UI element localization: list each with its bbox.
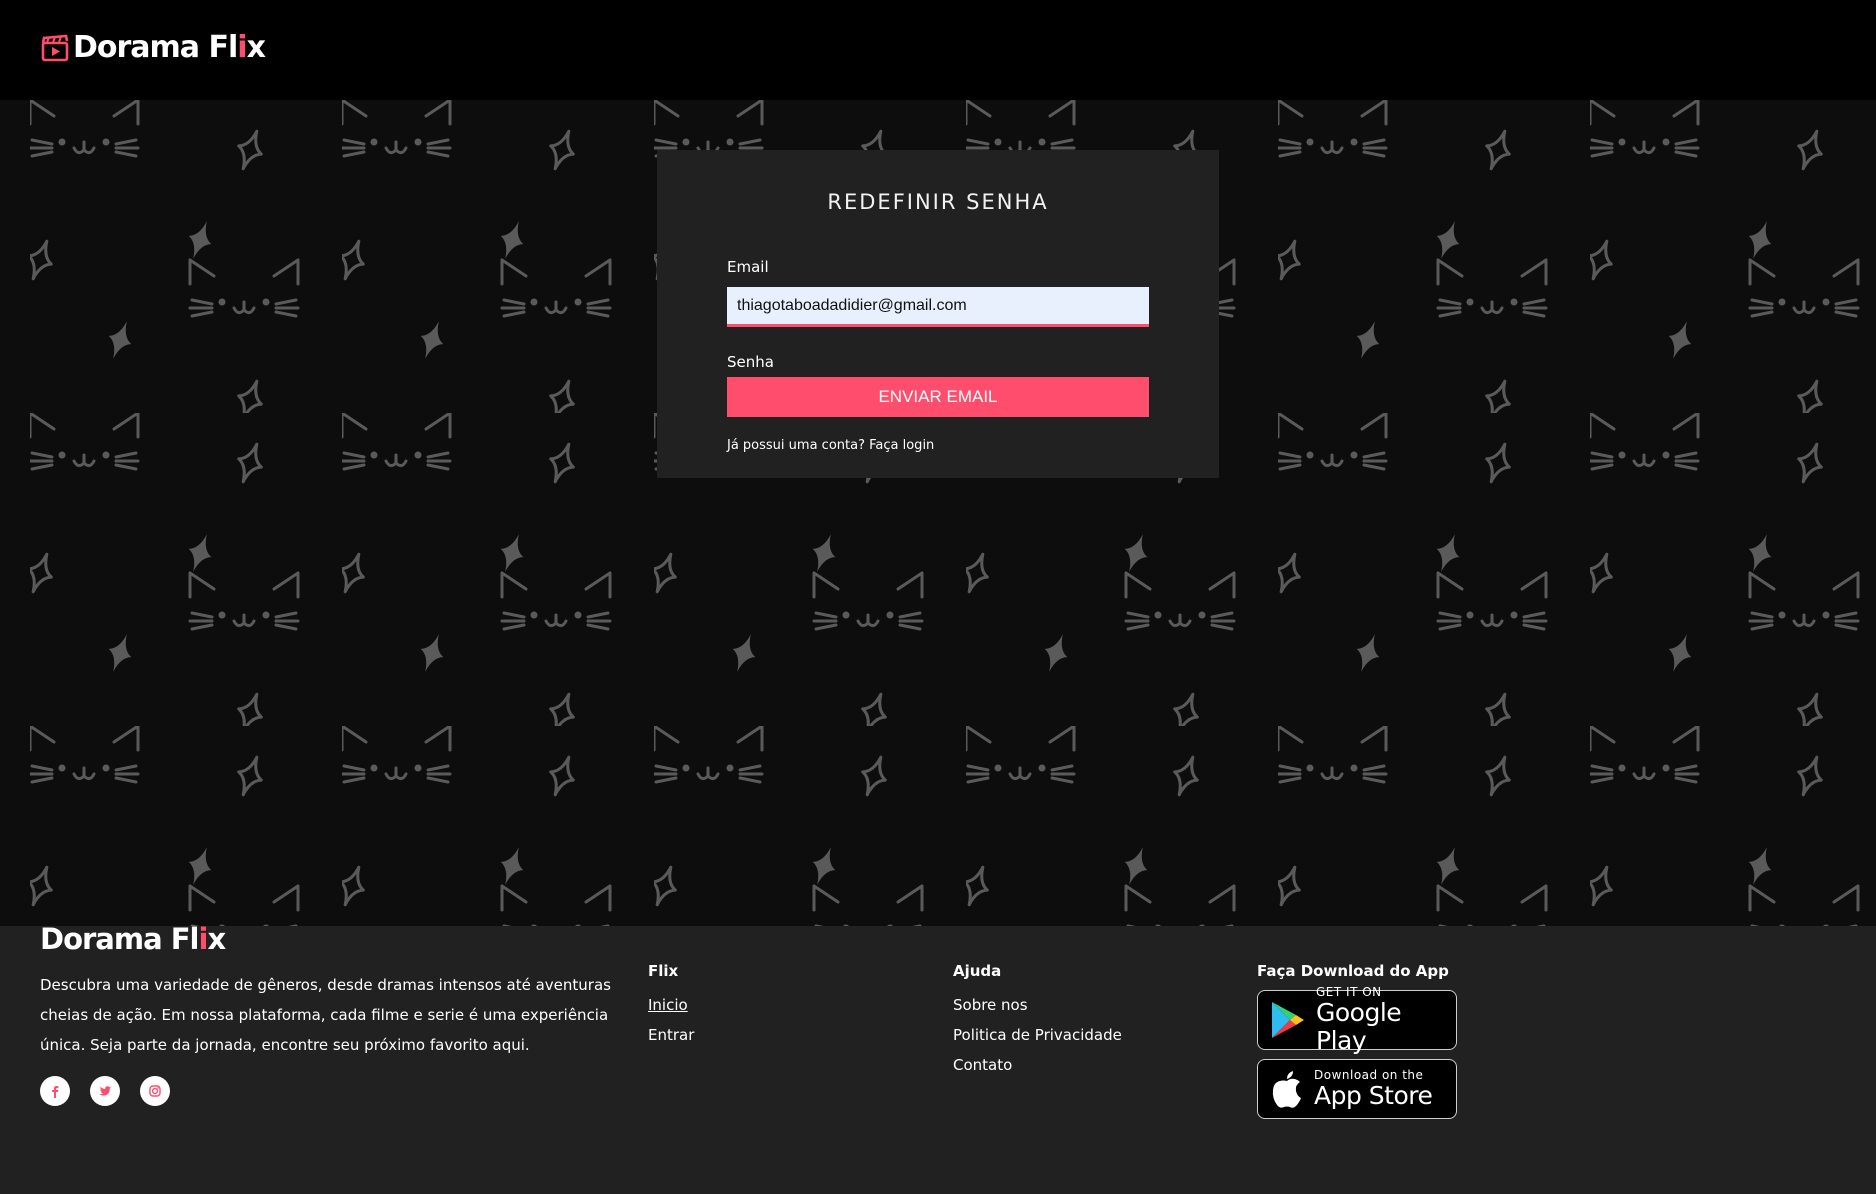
- twitter-icon: [99, 1086, 111, 1096]
- footer-column-ajuda: Ajuda Sobre nos Politica de Privacidade …: [953, 962, 1122, 1080]
- instagram-icon: [149, 1085, 161, 1097]
- email-label: Email: [727, 258, 769, 276]
- cat-pattern-background: REDEFINIR SENHA Email Senha ENVIAR EMAIL…: [0, 100, 1876, 926]
- facebook-icon: [52, 1086, 59, 1098]
- app-store-small-text: Download on the: [1314, 1068, 1424, 1082]
- brand-name-accent: i: [237, 30, 247, 65]
- password-label: Senha: [727, 353, 774, 371]
- social-links: [40, 1076, 170, 1106]
- google-play-icon: [1272, 1002, 1304, 1038]
- brand-logo[interactable]: Dorama Flix: [40, 30, 266, 65]
- instagram-link[interactable]: [140, 1076, 170, 1106]
- app-store-button[interactable]: Download on the App Store: [1257, 1059, 1457, 1119]
- apple-icon: [1272, 1071, 1301, 1108]
- app-store-big-text: App Store: [1314, 1081, 1433, 1110]
- link-politica-privacidade[interactable]: Politica de Privacidade: [953, 1020, 1122, 1050]
- login-prompt-text: Já possui uma conta?: [727, 438, 865, 453]
- app-column-title: Faça Download do App: [1257, 962, 1449, 980]
- flix-column-title: Flix: [648, 962, 679, 980]
- footer-brand-end: x: [207, 922, 226, 956]
- google-play-big-text: Google Play: [1316, 998, 1402, 1055]
- footer-column-app: Faça Download do App GET IT ON Google Pl…: [1257, 962, 1457, 1128]
- top-header: Dorama Flix: [0, 0, 1876, 100]
- footer-brand-logo[interactable]: Dorama Flix: [40, 922, 226, 956]
- form-title: REDEFINIR SENHA: [827, 190, 1049, 214]
- google-play-small-text: GET IT ON: [1316, 985, 1382, 999]
- brand-name-start: Dorama Fl: [73, 30, 238, 65]
- send-email-button[interactable]: ENVIAR EMAIL: [727, 377, 1149, 417]
- footer-column-flix: Flix Inicio Entrar: [648, 962, 694, 1050]
- reset-password-card: REDEFINIR SENHA Email Senha ENVIAR EMAIL…: [657, 150, 1219, 478]
- ajuda-column-title: Ajuda: [953, 962, 1002, 980]
- clapperboard-icon: [41, 34, 69, 61]
- footer-brand-start: Dorama Fl: [40, 922, 200, 956]
- login-link[interactable]: Faça login: [869, 438, 934, 453]
- email-input[interactable]: [727, 287, 1149, 327]
- site-footer: Dorama Flix Descubra uma variedade de gê…: [0, 922, 1876, 1194]
- link-sobre-nos[interactable]: Sobre nos: [953, 990, 1122, 1020]
- footer-description: Descubra uma variedade de gêneros, desde…: [40, 976, 611, 1054]
- link-inicio[interactable]: Inicio: [648, 990, 694, 1020]
- brand-name-end: x: [246, 30, 266, 65]
- twitter-link[interactable]: [90, 1076, 120, 1106]
- login-prompt: Já possui uma conta? Faça login: [727, 438, 934, 453]
- link-contato[interactable]: Contato: [953, 1050, 1122, 1080]
- google-play-button[interactable]: GET IT ON Google Play: [1257, 985, 1457, 1055]
- link-entrar[interactable]: Entrar: [648, 1020, 694, 1050]
- facebook-link[interactable]: [40, 1076, 70, 1106]
